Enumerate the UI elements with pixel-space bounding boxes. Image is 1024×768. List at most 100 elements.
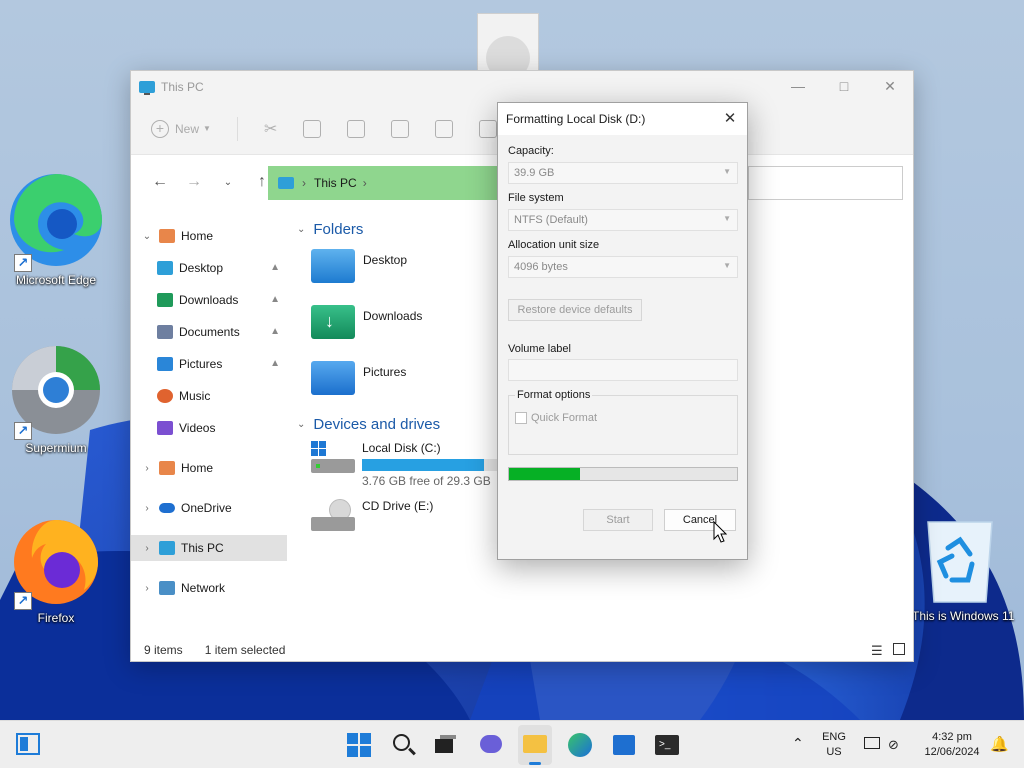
volume-label-input[interactable]	[508, 359, 738, 381]
sidebar-item-videos[interactable]: Videos	[131, 415, 286, 441]
desktop-icon-edge[interactable]: ↗ Microsoft Edge	[8, 172, 104, 287]
terminal-taskbar-button[interactable]: >_	[653, 731, 681, 759]
new-button[interactable]: + New ▼	[151, 119, 211, 138]
sidebar-item-this-pc[interactable]: › This PC	[131, 535, 287, 561]
dialog-title: Formatting Local Disk (D:)	[506, 112, 646, 126]
home-icon	[159, 461, 175, 475]
file-system-label: File system	[508, 192, 564, 204]
sidebar-item-home[interactable]: ⌄ Home	[131, 223, 291, 249]
format-progress-bar	[508, 467, 738, 481]
chevron-down-icon: ⌄	[297, 224, 306, 235]
share-icon	[435, 119, 454, 138]
start-button[interactable]: Start	[583, 509, 653, 531]
share-button[interactable]	[435, 119, 454, 138]
desktop-icon-firefox[interactable]: ↗ Firefox	[8, 514, 104, 625]
paste-icon	[347, 119, 366, 138]
file-system-select[interactable]: NTFS (Default) ▼	[508, 209, 738, 231]
rename-button[interactable]	[391, 119, 410, 138]
devices-group-header[interactable]: ⌄ Devices and drives	[297, 416, 440, 433]
sidebar-item-downloads[interactable]: Downloads ▲	[131, 287, 286, 313]
tiles-view-button[interactable]	[893, 643, 905, 655]
start-button[interactable]	[345, 731, 373, 759]
drive-cd-e[interactable]: CD Drive (E:)	[311, 499, 433, 537]
cancel-label: Cancel	[682, 514, 718, 526]
store-taskbar-button[interactable]	[610, 731, 638, 759]
drive-name: CD Drive (E:)	[362, 499, 434, 513]
search-button[interactable]	[390, 731, 418, 759]
status-bar: 9 items 1 item selected	[131, 639, 913, 661]
cd-drive-icon	[311, 499, 355, 537]
clock-time: 4:32 pm	[932, 731, 972, 743]
sidebar-item-home-2[interactable]: › Home	[131, 455, 291, 481]
notification-bell-icon[interactable]: 🔔	[990, 735, 1009, 753]
desktop-icon-label: This is Windows 11	[912, 609, 1015, 623]
task-view-button[interactable]	[432, 731, 460, 759]
desktop-icon-supermium[interactable]: ↗ Supermium	[8, 344, 104, 455]
sidebar-item-network[interactable]: › Network	[131, 575, 291, 601]
clock[interactable]: 4:32 pm 12/06/2024	[914, 730, 990, 760]
chevron-right-icon: ›	[145, 542, 149, 554]
file-explorer-taskbar-button[interactable]	[518, 725, 552, 765]
restore-defaults-button[interactable]: Restore device defaults	[508, 299, 642, 321]
chevron-right-icon: ›	[145, 502, 149, 514]
toolbar-separator	[236, 116, 238, 141]
paste-button[interactable]	[347, 119, 366, 138]
show-hidden-icons-button[interactable]: ⌃	[792, 735, 804, 752]
sidebar-item-documents[interactable]: Documents ▲	[131, 319, 286, 345]
close-window-button[interactable]: ✕	[867, 71, 913, 101]
widgets-icon	[20, 737, 28, 751]
capacity-value: 39.9 GB	[514, 167, 555, 179]
folders-group-header[interactable]: ⌄ Folders	[297, 221, 363, 238]
network-icon[interactable]	[864, 737, 880, 749]
allocation-unit-select[interactable]: 4096 bytes ▼	[508, 256, 738, 278]
chevron-down-icon: ⌄	[297, 419, 306, 430]
this-pc-icon	[139, 81, 155, 95]
folder-downloads[interactable]: ↓ Downloads	[311, 305, 422, 339]
home-icon	[159, 229, 175, 243]
file-system-value: NTFS (Default)	[514, 214, 588, 226]
widgets-button[interactable]	[16, 733, 40, 755]
music-icon	[157, 389, 173, 403]
drive-local-c[interactable]: Local Disk (C:) 3.76 GB free of 29.3 GB	[311, 441, 502, 488]
language-code: ENG	[822, 731, 846, 743]
search-input[interactable]	[748, 166, 903, 200]
dialog-title-bar[interactable]: Formatting Local Disk (D:)	[498, 103, 747, 135]
address-location: This PC	[314, 176, 357, 190]
desktop-icon-label: Microsoft Edge	[15, 273, 97, 287]
sidebar-item-pictures[interactable]: Pictures ▲	[131, 351, 286, 377]
cut-button[interactable]: ✂	[264, 119, 277, 139]
folder-desktop[interactable]: Desktop	[311, 249, 407, 283]
chevron-down-icon: ⌄	[142, 230, 152, 242]
sidebar-item-onedrive[interactable]: › OneDrive	[131, 495, 291, 521]
desktop-icon-recycle-bin[interactable]: This is Windows 11	[912, 518, 1015, 623]
minimize-button[interactable]: —	[775, 71, 821, 101]
address-bar[interactable]: › This PC ›	[268, 166, 505, 200]
restore-defaults-label: Restore device defaults	[517, 304, 633, 316]
capacity-select[interactable]: 39.9 GB ▼	[508, 162, 738, 184]
sidebar-item-label: This PC	[181, 541, 224, 555]
group-title: Folders	[313, 221, 364, 238]
teams-chat-button[interactable]	[477, 731, 505, 759]
drive-usage-fill	[362, 459, 484, 471]
quick-format-checkbox[interactable]: Quick Format	[515, 412, 597, 424]
close-dialog-button[interactable]: ✕	[721, 110, 739, 128]
forward-button[interactable]: →	[177, 173, 211, 191]
sidebar-item-music[interactable]: Music	[131, 383, 286, 409]
maximize-button[interactable]: □	[821, 71, 867, 101]
copy-button[interactable]	[303, 119, 322, 138]
desktop-folder-icon	[311, 249, 355, 283]
details-view-button[interactable]: ☰	[871, 643, 883, 659]
sidebar-item-desktop[interactable]: Desktop ▲	[131, 255, 286, 281]
volume-muted-icon[interactable]: ⊘	[888, 737, 899, 753]
edge-taskbar-button[interactable]	[566, 731, 594, 759]
pictures-folder-icon	[311, 361, 355, 395]
allocation-unit-label: Allocation unit size	[508, 239, 600, 251]
language-indicator[interactable]: ENG US	[818, 730, 850, 760]
this-pc-icon	[278, 177, 294, 189]
delete-button[interactable]	[479, 119, 498, 138]
mouse-cursor-icon	[713, 521, 727, 543]
sidebar-item-label: Home	[181, 461, 214, 475]
recent-locations-button[interactable]: ⌄	[211, 177, 245, 188]
back-button[interactable]: ←	[143, 173, 177, 191]
folder-pictures[interactable]: Pictures	[311, 361, 406, 395]
